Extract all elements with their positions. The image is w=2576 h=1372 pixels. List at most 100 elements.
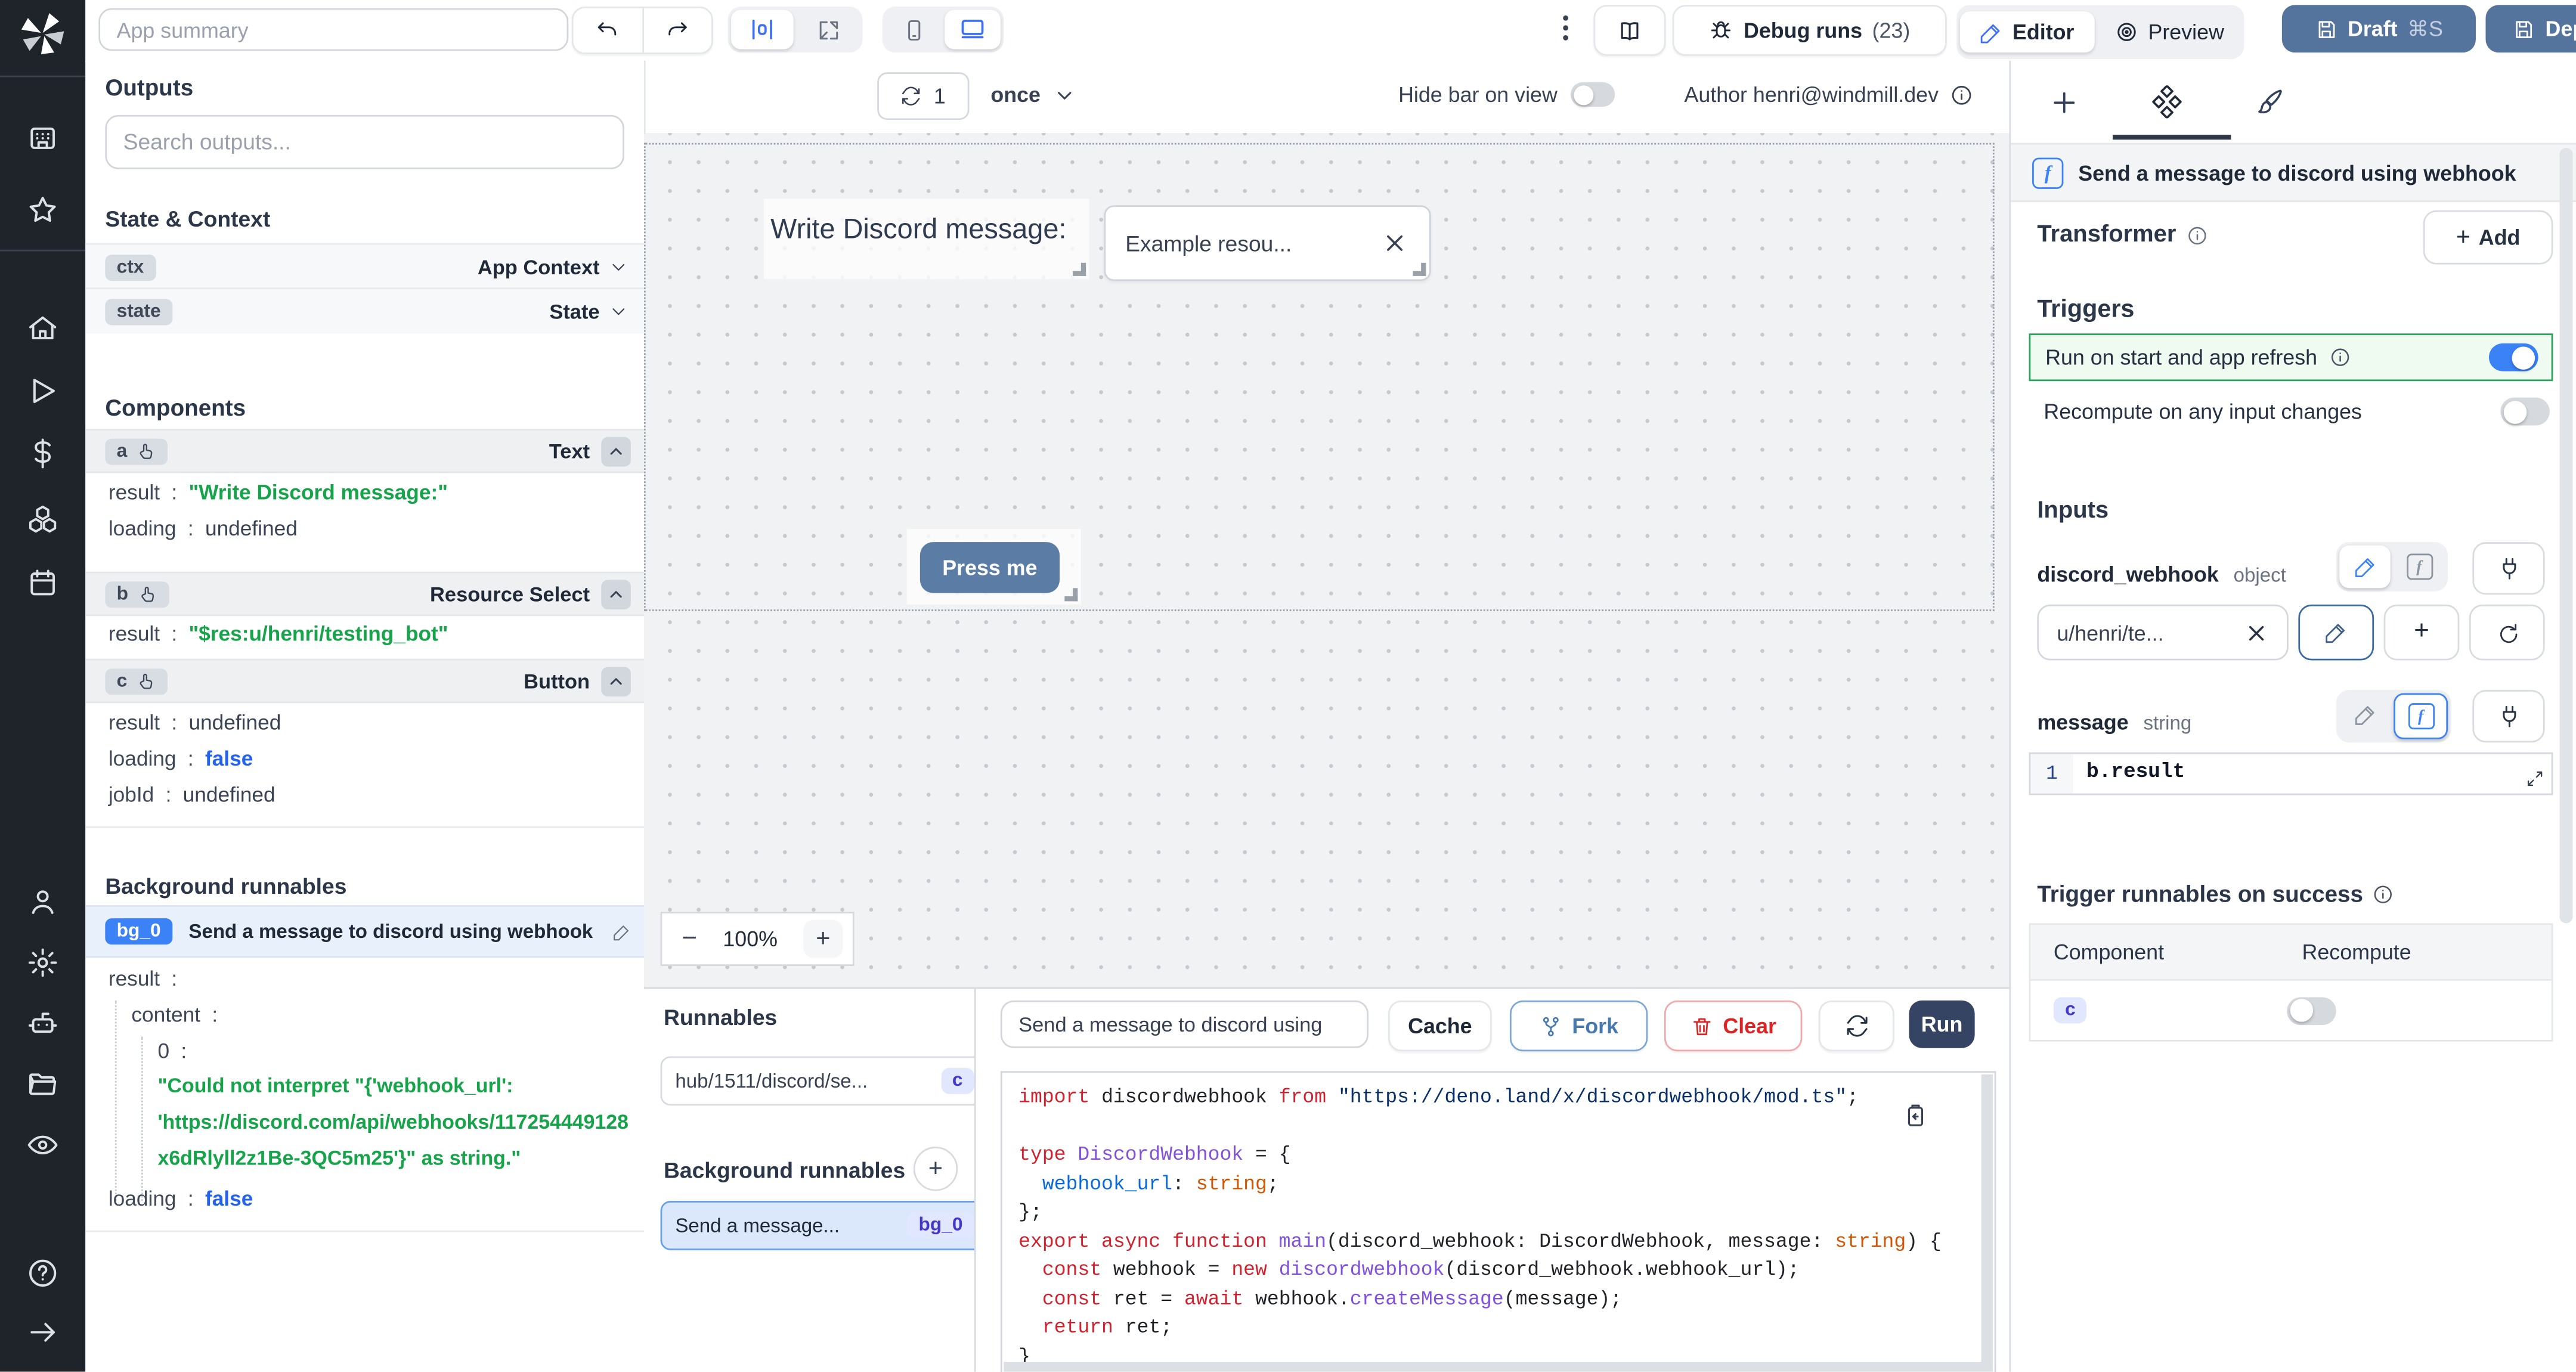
runnable-name-input[interactable] bbox=[1000, 1000, 1368, 1048]
audit-eye-icon[interactable] bbox=[26, 1129, 59, 1162]
settings-gear-icon[interactable] bbox=[26, 946, 59, 979]
eval-function-icon[interactable]: f bbox=[2394, 546, 2444, 589]
message-expr-value[interactable]: b.result bbox=[2086, 761, 2185, 784]
collapse-arrow-right-icon[interactable] bbox=[26, 1316, 59, 1349]
resize-handle-icon[interactable] bbox=[1064, 588, 1078, 602]
desktop-view-button[interactable] bbox=[945, 10, 1001, 49]
chevron-up-icon[interactable] bbox=[601, 666, 631, 696]
zoom-out-button[interactable]: − bbox=[682, 924, 697, 954]
chevron-up-icon[interactable] bbox=[601, 436, 631, 466]
panel-scrollbar[interactable] bbox=[2559, 147, 2573, 924]
redo-button[interactable] bbox=[643, 18, 711, 42]
zoom-in-button[interactable]: + bbox=[803, 919, 843, 958]
row-recompute-toggle[interactable] bbox=[2287, 996, 2337, 1024]
tab-settings-diamonds-icon[interactable] bbox=[2139, 74, 2195, 130]
chevron-down-icon[interactable] bbox=[609, 258, 627, 276]
f2-connect-plug-icon[interactable] bbox=[2472, 690, 2545, 743]
ctx-row[interactable]: ctx App Context bbox=[85, 243, 644, 289]
state-row[interactable]: state State bbox=[85, 287, 644, 334]
tab-preview[interactable]: Preview bbox=[2097, 11, 2240, 52]
tree-zero-row[interactable]: 0: bbox=[157, 1038, 187, 1063]
clear-button[interactable]: Clear bbox=[1664, 1000, 1803, 1052]
bg0-runnable-row[interactable]: bg_0 Send a message to discord using web… bbox=[85, 905, 644, 958]
draft-save-button[interactable]: Draft ⌘S bbox=[2281, 5, 2476, 53]
search-outputs-input[interactable] bbox=[105, 114, 624, 169]
runnable-item-c[interactable]: hub/1511/discord/se... c bbox=[660, 1056, 989, 1106]
resize-handle-icon[interactable] bbox=[1073, 262, 1086, 276]
chevron-up-icon[interactable] bbox=[601, 579, 631, 609]
code-horizontal-scrollbar[interactable] bbox=[1004, 1361, 1983, 1372]
static-pencil-icon[interactable] bbox=[2339, 693, 2390, 736]
components-title: Components bbox=[105, 394, 246, 421]
add-bg-runnable-button[interactable]: + bbox=[913, 1147, 958, 1191]
home-icon[interactable] bbox=[26, 312, 59, 345]
bg-runnable-item-selected[interactable]: Send a message... bg_0 bbox=[660, 1200, 989, 1250]
editor-refresh-button[interactable] bbox=[1818, 1000, 1894, 1052]
debug-runs-button[interactable]: Debug runs (23) bbox=[1672, 5, 1947, 56]
code-vertical-scrollbar[interactable] bbox=[1981, 1074, 1993, 1372]
users-person-icon[interactable] bbox=[26, 885, 59, 918]
docs-book-button[interactable] bbox=[1593, 5, 1666, 56]
schedules-calendar-icon[interactable] bbox=[26, 567, 59, 600]
hide-bar-toggle[interactable] bbox=[1570, 82, 1615, 107]
static-pencil-icon[interactable] bbox=[2339, 545, 2391, 589]
info-icon[interactable] bbox=[1950, 83, 1973, 106]
run-button[interactable]: Run bbox=[1909, 1000, 1975, 1048]
eval-function-icon[interactable]: f bbox=[2394, 693, 2448, 739]
code-content[interactable]: import discordwebhook from "https://deno… bbox=[1002, 1073, 1995, 1371]
help-question-icon[interactable] bbox=[26, 1257, 59, 1290]
undo-button[interactable] bbox=[574, 18, 642, 42]
component-a-header[interactable]: a Text bbox=[85, 429, 644, 473]
add-transformer-button[interactable]: + Add bbox=[2423, 210, 2553, 265]
chevron-down-icon[interactable] bbox=[609, 302, 627, 320]
app-summary-input[interactable] bbox=[98, 8, 569, 51]
mobile-view-button[interactable] bbox=[886, 10, 942, 49]
f1-refresh-button[interactable] bbox=[2469, 604, 2545, 661]
tab-editor[interactable]: Editor bbox=[1959, 11, 2094, 53]
variables-dollar-icon[interactable] bbox=[26, 437, 59, 470]
info-icon[interactable] bbox=[2373, 883, 2394, 905]
author-info: Author henri@windmill.dev bbox=[1684, 72, 1973, 116]
resource-select-component[interactable]: Example resou... bbox=[1104, 205, 1431, 281]
resize-handle-icon[interactable] bbox=[1413, 262, 1426, 276]
expand-fullscreen-button[interactable] bbox=[797, 10, 859, 49]
cache-button[interactable]: Cache bbox=[1388, 1000, 1492, 1052]
expand-icon[interactable] bbox=[2525, 769, 2545, 788]
deploy-button[interactable]: Deploy bbox=[2485, 5, 2576, 53]
run-on-start-toggle[interactable] bbox=[2488, 343, 2538, 371]
component-c-header[interactable]: c Button bbox=[85, 658, 644, 704]
tree-content-row[interactable]: content: bbox=[131, 1002, 218, 1027]
clear-x-icon[interactable] bbox=[1383, 231, 1407, 255]
recompute-toggle[interactable] bbox=[2500, 397, 2550, 426]
folders-icon[interactable] bbox=[26, 1068, 59, 1101]
message-expr-editor[interactable]: 1 b.result bbox=[2029, 752, 2553, 795]
workers-robot-icon[interactable] bbox=[26, 1007, 59, 1040]
component-b-header[interactable]: b Resource Select bbox=[85, 571, 644, 617]
resource-picker[interactable]: u/henri/te... bbox=[2037, 604, 2289, 661]
tab-style-brush-icon[interactable] bbox=[2243, 74, 2299, 130]
runs-play-icon[interactable] bbox=[26, 374, 59, 407]
fork-button[interactable]: Fork bbox=[1509, 1000, 1648, 1052]
app-canvas[interactable]: Write Discord message: Example resou... … bbox=[643, 133, 2010, 987]
edit-pencil-icon[interactable] bbox=[613, 922, 631, 940]
copy-clipboard-icon[interactable] bbox=[1902, 1102, 1928, 1129]
favorites-star-icon[interactable] bbox=[26, 194, 59, 227]
info-icon[interactable] bbox=[2329, 346, 2350, 368]
fit-width-button[interactable] bbox=[731, 10, 794, 49]
refresh-count-button[interactable]: 1 bbox=[877, 72, 970, 120]
resources-cubes-icon[interactable] bbox=[26, 503, 59, 535]
tree-result-row[interactable]: result: bbox=[109, 966, 177, 990]
workspace-icon[interactable] bbox=[26, 123, 59, 156]
f1-edit-pencil-button[interactable] bbox=[2298, 604, 2374, 661]
windmill-logo-icon[interactable] bbox=[17, 8, 69, 61]
text-component-cell[interactable]: Write Discord message: bbox=[764, 199, 1089, 280]
f1-add-resource-button[interactable]: + bbox=[2383, 604, 2460, 661]
f1-connect-plug-icon[interactable] bbox=[2472, 542, 2545, 595]
info-icon[interactable] bbox=[2186, 224, 2207, 246]
more-options-kebab-icon[interactable] bbox=[1553, 13, 1579, 43]
clear-x-icon[interactable] bbox=[2246, 622, 2267, 643]
press-me-button[interactable]: Press me bbox=[919, 542, 1060, 593]
frequency-dropdown[interactable]: once bbox=[990, 72, 1075, 116]
code-editor[interactable]: import discordwebhook from "https://deno… bbox=[1000, 1071, 1996, 1372]
tab-insert-plus-icon[interactable] bbox=[2036, 74, 2092, 130]
